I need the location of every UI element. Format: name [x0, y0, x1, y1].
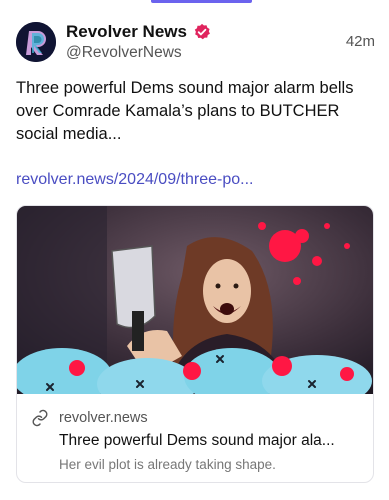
- card-description: Her evil plot is already taking shape.: [59, 457, 276, 472]
- post-link[interactable]: revolver.news/2024/09/three-po...: [16, 171, 253, 189]
- post-text: Three powerful Dems sound major alarm be…: [16, 79, 354, 143]
- card-domain: revolver.news: [59, 410, 148, 426]
- link-icon: [32, 409, 48, 427]
- handle[interactable]: @RevolverNews: [66, 44, 182, 62]
- tab-indicator: [151, 0, 252, 3]
- avatar[interactable]: [16, 22, 56, 62]
- post-header: Revolver News @RevolverNews 42m: [16, 22, 375, 66]
- display-name[interactable]: Revolver News: [66, 22, 187, 42]
- link-preview-card[interactable]: revolver.news Three powerful Dems sound …: [16, 205, 374, 483]
- card-image[interactable]: [17, 206, 374, 394]
- timestamp: 42m: [345, 33, 375, 50]
- verified-badge-icon: [194, 23, 210, 40]
- card-title[interactable]: Three powerful Dems sound major ala...: [59, 432, 363, 450]
- card-body: revolver.news Three powerful Dems sound …: [17, 394, 373, 482]
- revolver-logo-icon: [16, 22, 56, 62]
